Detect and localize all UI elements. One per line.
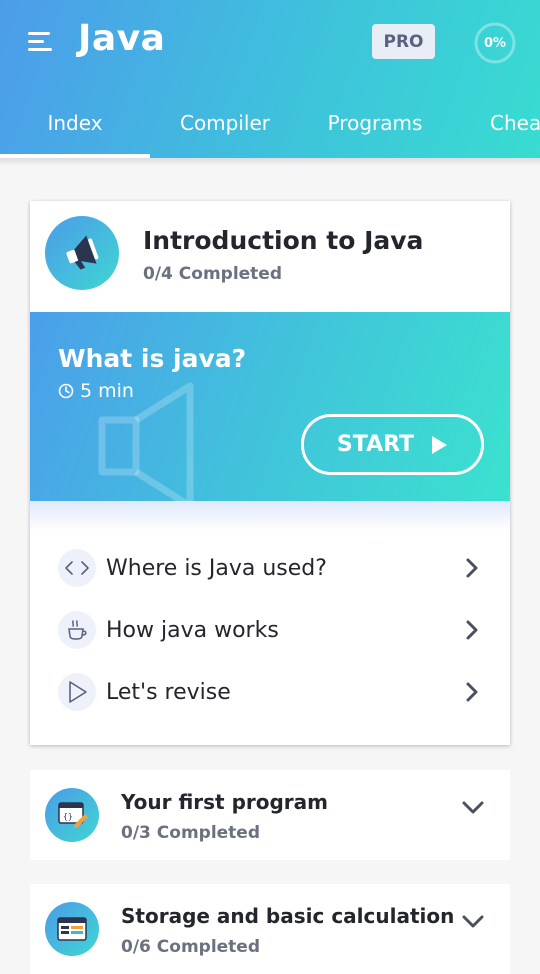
header-shadow: [0, 158, 540, 166]
chapter-progress: 0/4 Completed: [143, 264, 283, 284]
tab-cheat-sheet[interactable]: Cheat Sheet: [490, 92, 540, 154]
svg-text:{}: {}: [63, 812, 73, 821]
menu-icon[interactable]: [28, 28, 58, 56]
featured-lesson-title: What is java?: [58, 344, 247, 373]
lesson-where-is-java-used[interactable]: Where is Java used?: [58, 543, 482, 593]
megaphone-icon: [45, 216, 119, 290]
lesson-label: Where is Java used?: [106, 555, 327, 581]
chevron-down-icon[interactable]: [462, 799, 484, 815]
chapter-progress: 0/3 Completed: [121, 823, 261, 843]
tab-index[interactable]: Index: [0, 92, 150, 154]
overall-progress: 0%: [483, 35, 507, 51]
tab-bar: Index Compiler Programs Cheat Sheet: [0, 92, 540, 158]
chevron-right-icon: [466, 682, 478, 702]
code-brackets-icon: [58, 549, 96, 587]
featured-lesson[interactable]: What is java? 5 min START: [30, 312, 510, 501]
chapter-progress: 0/6 Completed: [121, 937, 261, 957]
chevron-right-icon: [466, 558, 478, 578]
lesson-lets-revise[interactable]: Let's revise: [58, 667, 482, 717]
chevron-right-icon: [466, 620, 478, 640]
chapter-title: Your first program: [121, 790, 329, 814]
clock-icon: [58, 383, 74, 399]
app-header: Java PRO 0% Index Compiler Programs Chea…: [0, 0, 540, 158]
play-icon: [432, 435, 448, 454]
lesson-label: Let's revise: [106, 679, 231, 705]
tab-programs[interactable]: Programs: [300, 92, 450, 154]
pro-badge[interactable]: PRO: [372, 24, 435, 59]
tab-compiler[interactable]: Compiler: [150, 92, 300, 154]
app-title: Java: [78, 18, 166, 59]
chapter-card-first-program[interactable]: {} Your first program 0/3 Completed: [30, 770, 510, 860]
storage-table-icon: [45, 902, 99, 956]
program-window-icon: {}: [45, 788, 99, 842]
hero-fade: [30, 501, 510, 531]
lesson-label: How java works: [106, 617, 279, 643]
start-label: START: [336, 432, 415, 457]
play-triangle-icon: [58, 673, 96, 711]
lesson-how-java-works[interactable]: How java works: [58, 605, 482, 655]
chapter-card-introduction: Introduction to Java 0/4 Completed What …: [30, 201, 510, 745]
chapter-card-storage[interactable]: Storage and basic calculation 0/6 Comple…: [30, 884, 510, 974]
coffee-cup-icon: [58, 611, 96, 649]
start-lesson-button[interactable]: START: [301, 414, 484, 475]
chapter-title: Storage and basic calculation: [121, 904, 455, 928]
chapter-title: Introduction to Java: [143, 226, 424, 255]
chevron-down-icon[interactable]: [462, 913, 484, 929]
featured-lesson-duration: 5 min: [58, 380, 134, 402]
duration-text: 5 min: [80, 380, 134, 402]
